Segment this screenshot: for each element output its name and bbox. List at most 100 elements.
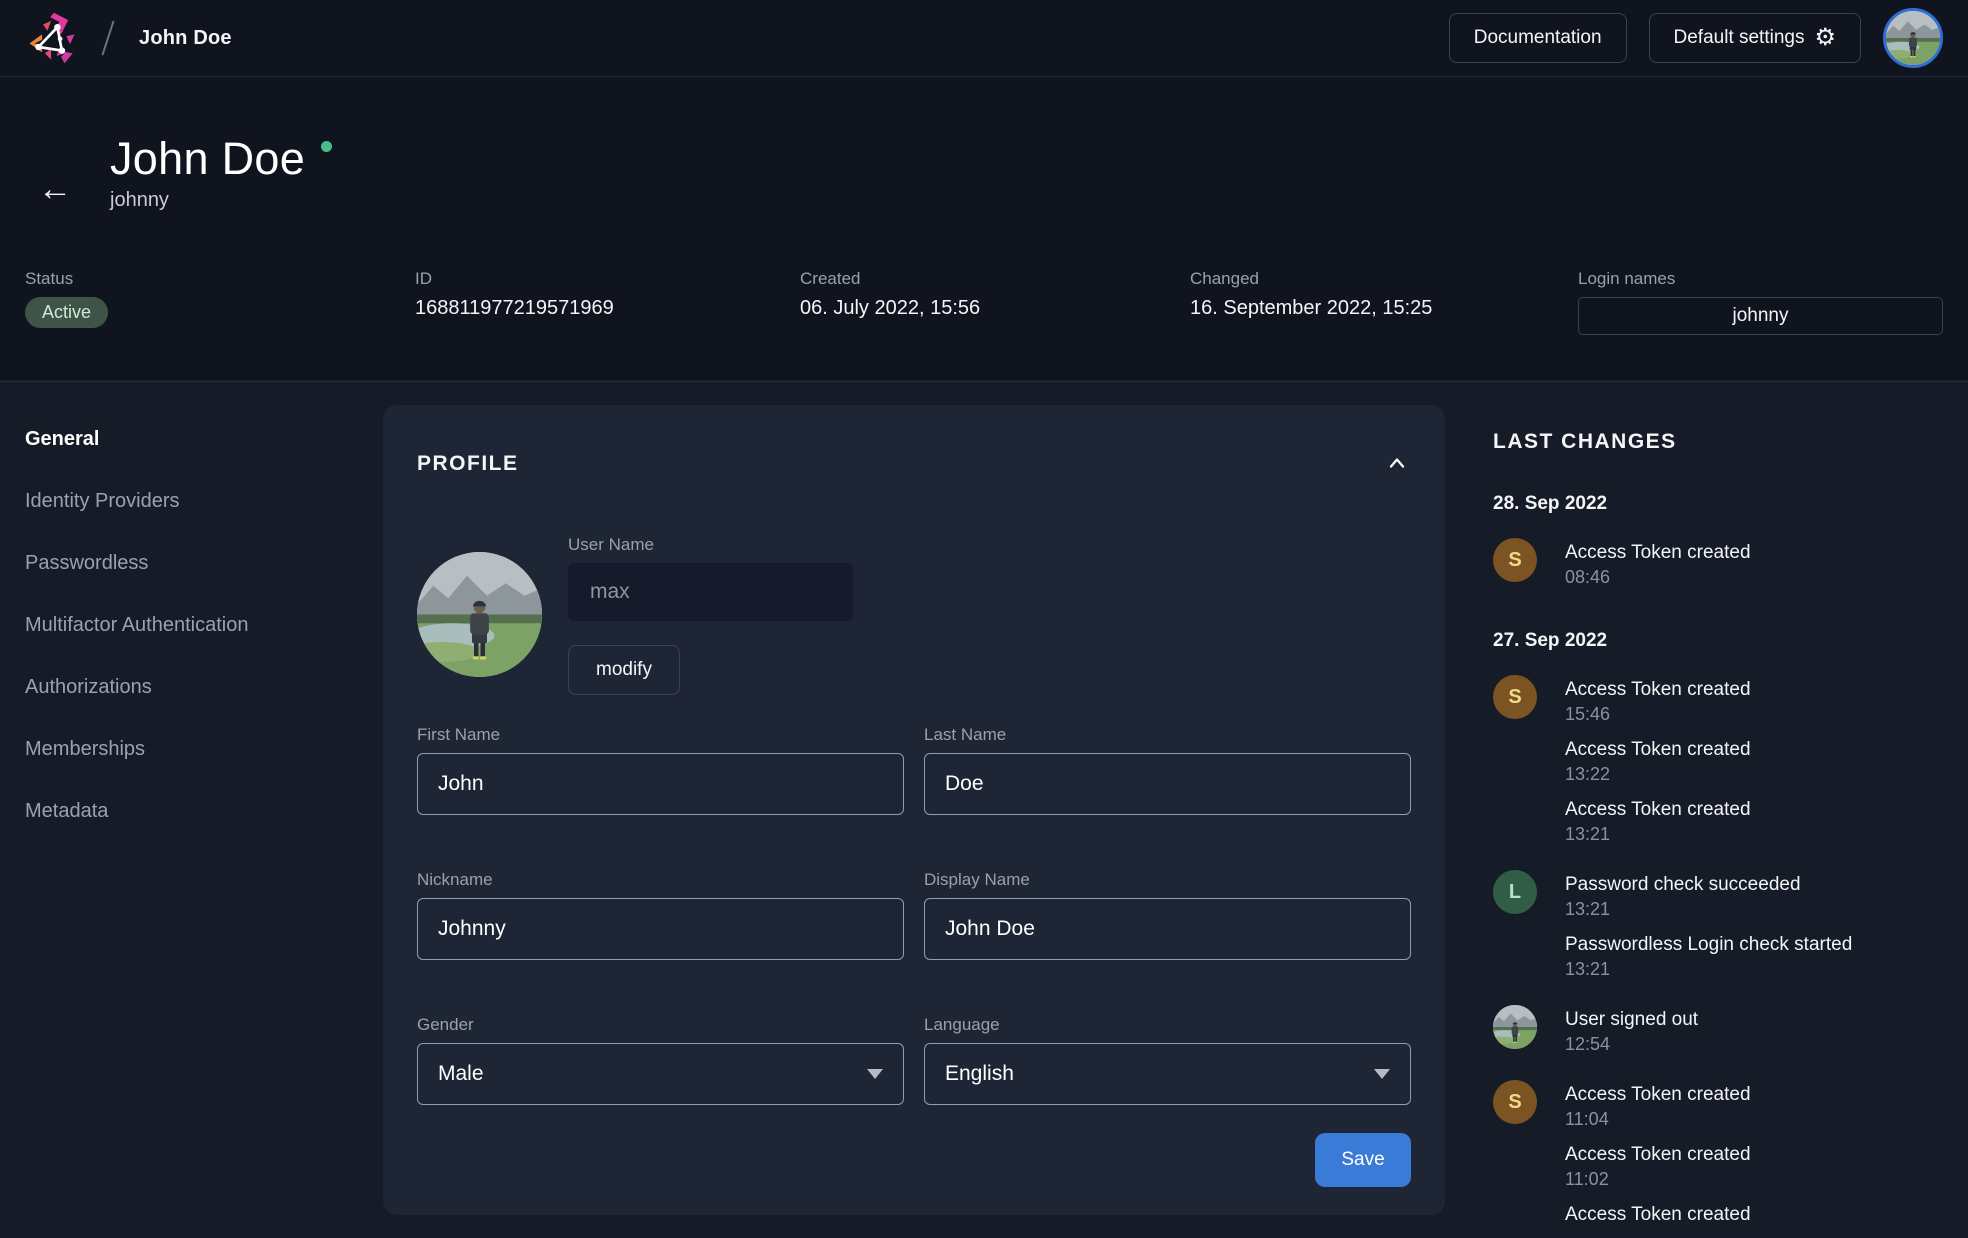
display-name-input[interactable]: [924, 898, 1411, 960]
default-settings-button[interactable]: Default settings ⚙: [1649, 13, 1861, 63]
sidebar-item-metadata[interactable]: Metadata: [25, 798, 248, 824]
sidebar-item-multifactor-authentication[interactable]: Multifactor Authentication: [25, 612, 248, 638]
timeline-entry[interactable]: S Access Token created 11:04: [1493, 1080, 1953, 1131]
event-icon-spacer: [1493, 1140, 1537, 1184]
gear-icon: ⚙: [1814, 26, 1836, 50]
event-time: 12:54: [1565, 1032, 1698, 1056]
content-area: General Identity Providers Passwordless …: [0, 381, 1968, 1238]
language-value: English: [945, 1062, 1374, 1086]
timeline-entry[interactable]: Access Token created 13:21: [1493, 795, 1953, 846]
event-title: Access Token created: [1565, 797, 1751, 822]
username-input[interactable]: [568, 563, 853, 621]
event-time: 13:21: [1565, 897, 1801, 921]
created-value: 06. July 2022, 15:56: [800, 297, 1190, 320]
status-label: Status: [25, 269, 415, 289]
system-event-icon: S: [1493, 1080, 1537, 1124]
login-names-label: Login names: [1578, 269, 1943, 289]
event-time: 13:21: [1565, 822, 1751, 846]
sidebar-item-identity-providers[interactable]: Identity Providers: [25, 488, 248, 514]
timeline-entry[interactable]: L Password check succeeded 13:21: [1493, 870, 1953, 921]
documentation-button[interactable]: Documentation: [1449, 13, 1627, 63]
profile-card: PROFILE User Name modify First Name: [383, 405, 1445, 1215]
event-time: 15:46: [1565, 702, 1751, 726]
event-title: Access Token created: [1565, 1082, 1751, 1107]
timeline-date: 28. Sep 2022: [1493, 492, 1953, 516]
top-bar: John Doe Documentation Default settings …: [0, 0, 1968, 77]
last-changes-title: LAST CHANGES: [1493, 430, 1953, 454]
sidebar-item-passwordless[interactable]: Passwordless: [25, 550, 248, 576]
nickname-input[interactable]: [417, 898, 904, 960]
timeline-entry[interactable]: S Access Token created 15:46: [1493, 675, 1953, 726]
event-title: Password check succeeded: [1565, 872, 1801, 897]
status-badge: Active: [25, 297, 108, 328]
sidebar-nav: General Identity Providers Passwordless …: [25, 426, 248, 860]
profile-section-title: PROFILE: [417, 452, 519, 476]
event-title: User signed out: [1565, 1007, 1698, 1032]
chevron-up-icon: [1389, 458, 1405, 468]
sidebar-item-authorizations[interactable]: Authorizations: [25, 674, 248, 700]
timeline-entry[interactable]: Access Token created 11:02: [1493, 1140, 1953, 1191]
event-icon-spacer: [1493, 930, 1537, 974]
collapse-section-button[interactable]: [1383, 450, 1411, 477]
event-title: Access Token created: [1565, 737, 1751, 762]
timeline-date: 27. Sep 2022: [1493, 629, 1953, 653]
gender-value: Male: [438, 1062, 867, 1086]
event-title: Access Token created: [1565, 540, 1751, 565]
login-name-chip[interactable]: johnny: [1578, 297, 1943, 335]
event-title: Access Token created: [1565, 1142, 1751, 1167]
event-icon-spacer: [1493, 795, 1537, 839]
user-meta-row: Status Active ID 168811977219571969 Crea…: [25, 269, 1943, 335]
event-time: 11:02: [1565, 1167, 1751, 1191]
sidebar-item-general[interactable]: General: [25, 426, 248, 452]
timeline-entry[interactable]: User signed out 12:54: [1493, 1005, 1953, 1056]
last-name-label: Last Name: [924, 725, 1411, 745]
page-title: John Doe: [110, 133, 305, 184]
language-select[interactable]: English: [924, 1043, 1411, 1105]
event-icon-spacer: [1493, 735, 1537, 779]
username-label: User Name: [568, 535, 853, 555]
id-label: ID: [415, 269, 800, 289]
user-avatar[interactable]: [1883, 8, 1943, 68]
breadcrumb[interactable]: John Doe: [139, 27, 232, 50]
chevron-down-icon: [1374, 1069, 1390, 1079]
modify-button[interactable]: modify: [568, 645, 680, 695]
event-title: Access Token created: [1565, 677, 1751, 702]
timeline-entry[interactable]: S Access Token created 08:46: [1493, 538, 1953, 589]
documentation-label: Documentation: [1474, 27, 1602, 49]
event-time: 11:04: [1565, 1107, 1751, 1131]
first-name-label: First Name: [417, 725, 904, 745]
event-time: 08:46: [1565, 565, 1751, 589]
chevron-down-icon: [867, 1069, 883, 1079]
changed-label: Changed: [1190, 269, 1578, 289]
created-label: Created: [800, 269, 1190, 289]
default-settings-label: Default settings: [1674, 27, 1805, 49]
gender-label: Gender: [417, 1015, 904, 1035]
event-icon-spacer: [1493, 1200, 1537, 1238]
sidebar-item-memberships[interactable]: Memberships: [25, 736, 248, 762]
profile-avatar[interactable]: [417, 552, 542, 677]
timeline-entry[interactable]: Access Token created 13:22: [1493, 735, 1953, 786]
event-title: Passwordless Login check started: [1565, 932, 1852, 957]
save-button[interactable]: Save: [1315, 1133, 1411, 1187]
event-time: 13:21: [1565, 957, 1852, 981]
user-event-avatar-icon: [1493, 1005, 1537, 1049]
user-header-section: ← John Doe johnny Status Active ID 16881…: [0, 77, 1968, 380]
zitadel-logo-icon[interactable]: [25, 10, 79, 66]
id-value: 168811977219571969: [415, 297, 800, 320]
timeline-entry[interactable]: Passwordless Login check started 13:21: [1493, 930, 1953, 981]
event-time: 13:22: [1565, 762, 1751, 786]
gender-select[interactable]: Male: [417, 1043, 904, 1105]
changed-value: 16. September 2022, 15:25: [1190, 297, 1578, 320]
last-name-input[interactable]: [924, 753, 1411, 815]
first-name-input[interactable]: [417, 753, 904, 815]
system-event-icon: S: [1493, 538, 1537, 582]
login-event-icon: L: [1493, 870, 1537, 914]
back-button[interactable]: ←: [38, 172, 72, 206]
system-event-icon: S: [1493, 675, 1537, 719]
breadcrumb-slash: [101, 21, 114, 56]
timeline-entry[interactable]: Access Token created: [1493, 1200, 1953, 1238]
last-changes-panel: LAST CHANGES 28. Sep 2022 S Access Token…: [1493, 430, 1953, 1238]
active-status-dot: [321, 141, 332, 152]
language-label: Language: [924, 1015, 1411, 1035]
event-title: Access Token created: [1565, 1202, 1751, 1227]
